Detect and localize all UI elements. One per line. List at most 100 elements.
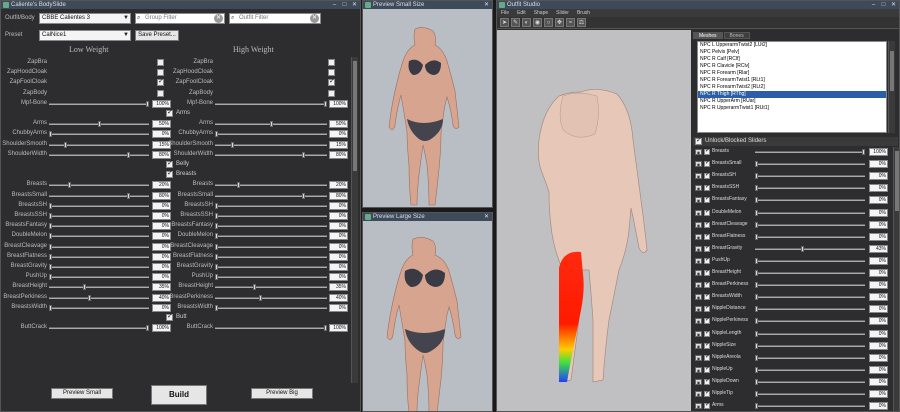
studio-slider[interactable] xyxy=(755,185,865,192)
low-weight-slider[interactable] xyxy=(49,182,149,189)
slider-thumb[interactable] xyxy=(82,284,86,291)
menu-item[interactable]: Shape xyxy=(534,9,548,17)
slider-thumb[interactable] xyxy=(755,330,758,337)
eye-icon[interactable]: ◉ xyxy=(695,233,702,240)
studio-slider-value[interactable]: 0% xyxy=(869,390,888,398)
studio-slider-value[interactable]: 0% xyxy=(869,220,888,229)
slider-thumb[interactable] xyxy=(49,131,52,138)
slider-enable-checkbox[interactable] xyxy=(704,147,710,155)
slider-thumb[interactable] xyxy=(231,141,235,148)
smooth-tool-icon[interactable]: ≈ xyxy=(566,18,575,27)
slider-enable-checkbox[interactable] xyxy=(704,256,710,264)
bone-list-scrollbar[interactable] xyxy=(888,41,895,133)
high-weight-value[interactable]: 80% xyxy=(329,150,348,159)
bone-list-item[interactable]: NPC R UpperArm [RUar] xyxy=(698,98,886,105)
slider-thumb[interactable] xyxy=(49,274,52,281)
slider-thumb[interactable] xyxy=(755,197,758,204)
eye-icon[interactable]: ◉ xyxy=(695,403,702,410)
studio-slider[interactable] xyxy=(755,366,865,373)
high-weight-slider[interactable] xyxy=(215,274,327,281)
eye-icon[interactable]: ◉ xyxy=(695,270,702,276)
studio-slider[interactable] xyxy=(755,257,865,264)
slider-enable-checkbox[interactable] xyxy=(704,232,710,240)
slider-thumb[interactable] xyxy=(801,245,804,252)
slider-thumb[interactable] xyxy=(269,121,273,128)
slider-thumb[interactable] xyxy=(87,294,91,301)
close-icon[interactable]: ✕ xyxy=(351,1,358,9)
slider-enable-checkbox[interactable] xyxy=(704,365,710,373)
slider-enable-checkbox[interactable] xyxy=(704,280,710,289)
low-option-checkbox[interactable] xyxy=(157,69,164,77)
slider-thumb[interactable] xyxy=(755,161,758,168)
body-model-small[interactable] xyxy=(363,9,493,208)
slider-thumb[interactable] xyxy=(49,264,52,270)
high-weight-value[interactable]: 100% xyxy=(329,324,348,333)
slider-enable-checkbox[interactable] xyxy=(704,329,710,337)
slider-thumb[interactable] xyxy=(755,257,758,264)
slider-thumb[interactable] xyxy=(97,121,101,128)
studio-slider[interactable] xyxy=(755,233,865,240)
menu-item[interactable]: Edit xyxy=(517,9,526,17)
slider-enable-checkbox[interactable] xyxy=(704,183,710,192)
slider-thumb[interactable] xyxy=(258,294,262,301)
slider-thumb[interactable] xyxy=(215,264,218,270)
studio-slider-value[interactable]: 0% xyxy=(869,353,888,362)
studio-slider-value[interactable]: 100% xyxy=(869,148,888,156)
preset-select[interactable]: CalNice1 ▼ xyxy=(39,30,131,41)
eye-icon[interactable]: ◉ xyxy=(695,245,702,252)
low-weight-slider[interactable] xyxy=(49,325,149,332)
slider-enable-checkbox[interactable] xyxy=(704,353,710,361)
slider-thumb[interactable] xyxy=(862,149,865,155)
studio-slider[interactable] xyxy=(755,330,865,337)
menu-item[interactable]: Slider xyxy=(556,9,569,17)
slider-thumb[interactable] xyxy=(755,366,758,373)
low-weight-slider[interactable] xyxy=(49,151,149,158)
slider-thumb[interactable] xyxy=(49,213,52,219)
studio-slider-value[interactable]: 0% xyxy=(869,341,888,350)
eye-icon[interactable]: ◉ xyxy=(695,257,702,264)
save-preset-button[interactable]: Save Preset... xyxy=(135,30,179,41)
body-model-large[interactable] xyxy=(363,221,493,412)
slider-thumb[interactable] xyxy=(755,306,758,313)
bone-list-item[interactable]: NPC Pelvis [Pelv] xyxy=(698,49,886,56)
high-weight-slider[interactable] xyxy=(215,243,327,250)
slider-thumb[interactable] xyxy=(755,378,758,385)
move-tool-icon[interactable]: ✥ xyxy=(555,18,564,27)
slider-thumb[interactable] xyxy=(49,233,52,240)
studio-slider-value[interactable]: 0% xyxy=(869,329,888,338)
3d-viewport[interactable] xyxy=(497,30,691,411)
low-weight-slider[interactable] xyxy=(49,264,149,270)
high-weight-value[interactable]: 0% xyxy=(329,273,348,282)
eye-icon[interactable]: ◉ xyxy=(695,354,702,361)
slider-scrollbar[interactable] xyxy=(351,57,358,383)
high-weight-value[interactable]: 20% xyxy=(329,181,348,190)
high-weight-value[interactable]: 0% xyxy=(329,252,348,261)
outfit-studio-titlebar[interactable]: Outfit Studio – □ ✕ xyxy=(497,1,899,9)
low-weight-slider[interactable] xyxy=(49,141,149,148)
high-weight-slider[interactable] xyxy=(215,264,327,270)
menu-item[interactable]: File xyxy=(501,9,509,17)
low-option-checkbox[interactable] xyxy=(157,89,164,97)
slider-enable-checkbox[interactable] xyxy=(704,377,710,385)
scrollbar-thumb[interactable] xyxy=(353,61,357,171)
minimize-icon[interactable]: – xyxy=(331,1,338,9)
studio-slider-value[interactable]: 0% xyxy=(869,256,888,265)
slider-thumb[interactable] xyxy=(215,243,218,250)
weight-tool-icon[interactable]: ⚖ xyxy=(577,18,586,27)
slider-thumb[interactable] xyxy=(302,151,306,158)
studio-slider-value[interactable]: 0% xyxy=(869,317,888,326)
studio-slider-value[interactable]: 0% xyxy=(869,160,888,169)
bone-list-item[interactable]: NPC R Forearm [Rlar] xyxy=(698,70,886,77)
high-option-checkbox[interactable] xyxy=(328,59,335,66)
slider-enable-checkbox[interactable] xyxy=(704,195,710,204)
maximize-icon[interactable]: □ xyxy=(341,1,348,9)
high-option-checkbox[interactable] xyxy=(328,89,335,97)
studio-slider[interactable] xyxy=(755,318,865,325)
high-weight-value[interactable]: 0% xyxy=(329,232,348,241)
outfit-select[interactable]: CBBE Calientes 3 ▼ xyxy=(39,13,131,24)
high-weight-value[interactable]: 50% xyxy=(329,120,348,129)
slider-thumb[interactable] xyxy=(755,391,758,397)
slider-thumb[interactable] xyxy=(215,202,218,209)
slider-thumb[interactable] xyxy=(215,233,218,240)
slider-enable-checkbox[interactable] xyxy=(704,389,710,397)
